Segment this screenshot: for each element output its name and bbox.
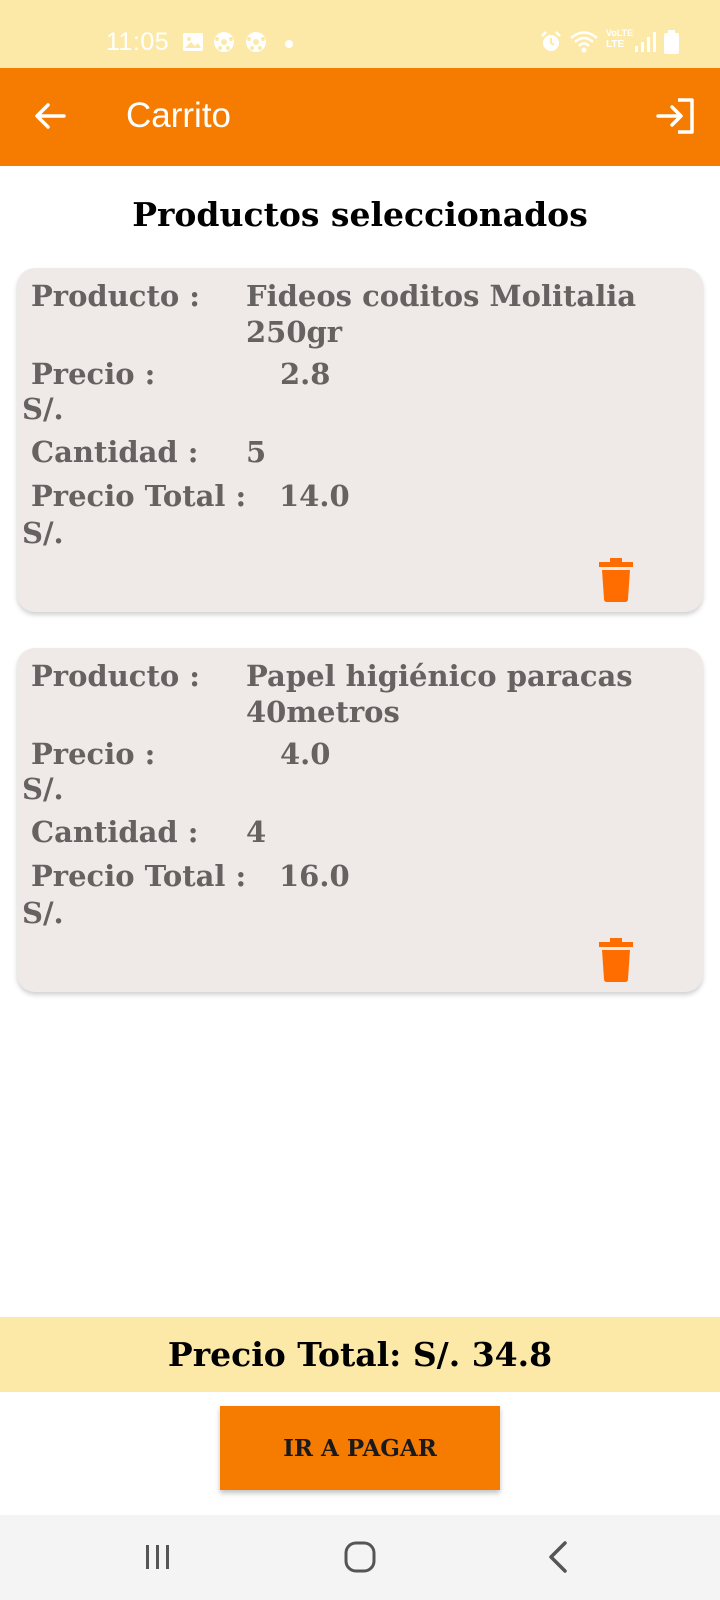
precio-label: Precio : — [31, 737, 156, 771]
volte-label: VoLTE — [606, 28, 634, 38]
currency-label: S/. — [22, 516, 64, 550]
lte-label: LTE — [606, 39, 625, 50]
volte-indicator: VoLTE LTE — [606, 28, 633, 50]
currency-label: S/. — [22, 392, 64, 426]
gallery-icon — [183, 33, 203, 51]
currency-label: S/. — [22, 772, 64, 806]
precio-label: Precio : — [31, 357, 156, 391]
cart-item-card: Producto : Papel higiénico paracas 40met… — [17, 648, 703, 992]
login-button[interactable] — [650, 90, 702, 142]
arrow-left-icon — [35, 103, 66, 129]
producto-value: Papel higiénico paracas 40metros — [246, 659, 633, 729]
back-button[interactable] — [24, 90, 76, 142]
back-icon[interactable] — [543, 1537, 573, 1577]
total-price: Precio Total: S/. 34.8 — [167, 1335, 553, 1374]
signal-icon — [635, 32, 656, 52]
producto-label: Producto : — [31, 279, 200, 313]
precio-total-value: 16.0 — [279, 859, 350, 893]
trash-icon[interactable] — [599, 938, 633, 982]
notification-dot-icon — [285, 40, 293, 48]
soccer-ball-icon — [246, 32, 266, 52]
cantidad-value: 4 — [246, 815, 267, 849]
status-bar: 11:05 VoLTE LTE — [0, 0, 720, 68]
login-icon — [656, 98, 694, 134]
currency-label: S/. — [22, 896, 64, 930]
recent-apps-icon[interactable] — [138, 1539, 178, 1575]
precio-total-label: Precio Total : — [31, 479, 247, 513]
precio-total-value: 14.0 — [279, 479, 350, 513]
soccer-ball-icon — [214, 32, 234, 52]
pay-button[interactable]: IR A PAGAR — [220, 1406, 500, 1490]
cantidad-label: Cantidad : — [31, 815, 199, 849]
app-bar: Carrito — [0, 68, 720, 166]
alarm-icon — [541, 31, 561, 51]
wifi-icon — [570, 31, 598, 53]
battery-icon — [664, 30, 679, 54]
system-nav-bar — [0, 1515, 720, 1600]
cantidad-value: 5 — [246, 435, 267, 469]
cart-item-card: Producto : Fideos coditos Molitalia 250g… — [17, 268, 703, 612]
page-title: Carrito — [126, 96, 232, 135]
precio-value: 2.8 — [280, 357, 331, 391]
total-bar: Precio Total: S/. 34.8 — [0, 1317, 720, 1392]
home-icon[interactable] — [340, 1537, 380, 1577]
producto-label: Producto : — [31, 659, 200, 693]
precio-value: 4.0 — [280, 737, 331, 771]
status-time: 11:05 — [106, 28, 170, 56]
section-heading: Productos seleccionados — [132, 195, 588, 234]
precio-total-label: Precio Total : — [31, 859, 247, 893]
trash-icon[interactable] — [599, 558, 633, 602]
producto-value: Fideos coditos Molitalia 250gr — [246, 279, 637, 349]
cantidad-label: Cantidad : — [31, 435, 199, 469]
